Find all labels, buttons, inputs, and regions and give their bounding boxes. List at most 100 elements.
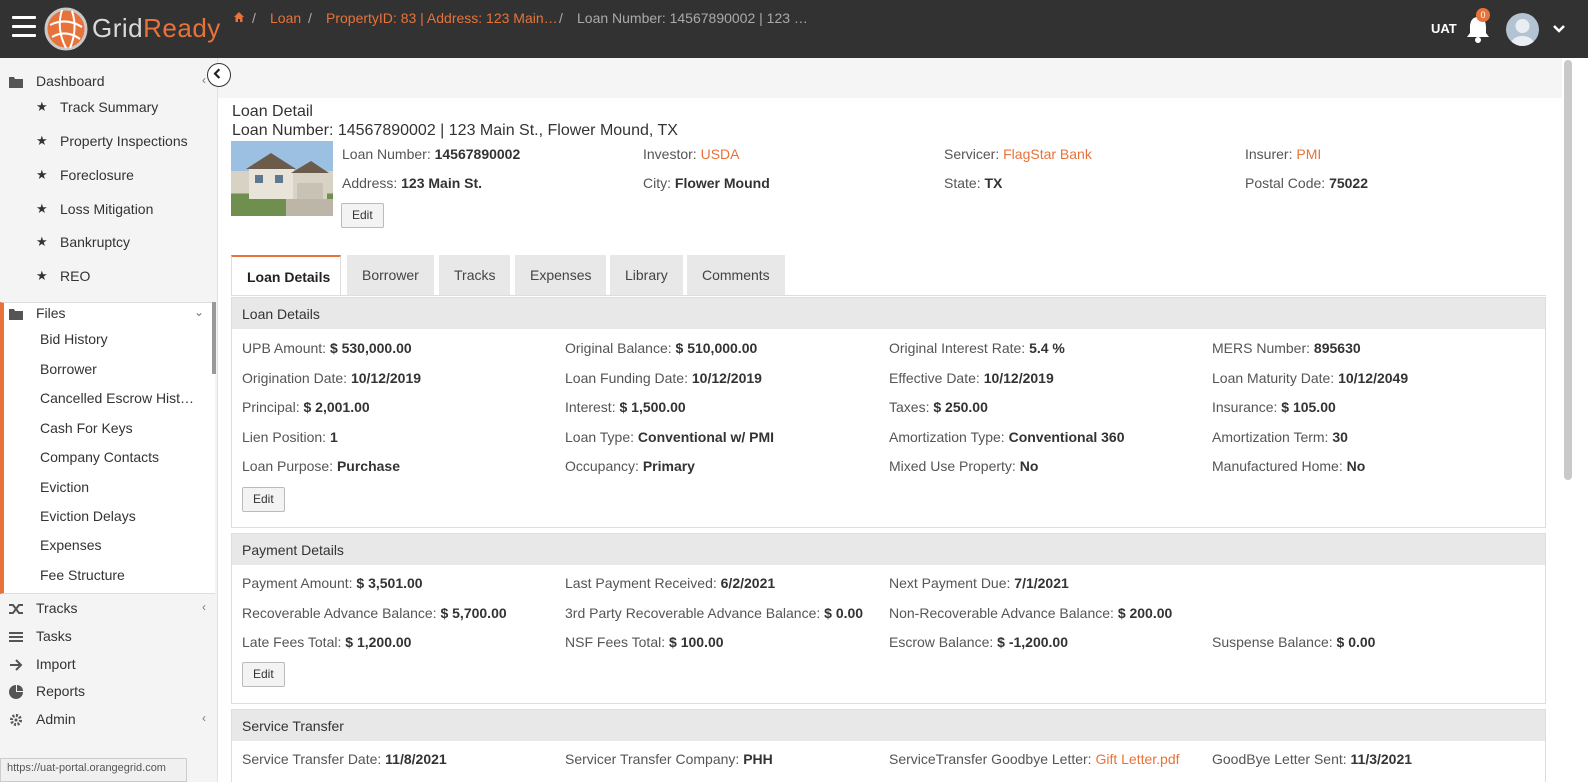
detail-field-label: Taxes: (889, 399, 930, 416)
detail-field-value: $ 1,200.00 (345, 634, 412, 651)
detail-field-label: MERS Number: (1212, 340, 1311, 356)
arrow-right-icon (10, 659, 23, 671)
chevron-down-icon: ⌄ (194, 305, 205, 319)
breadcrumb (218, 58, 1562, 98)
detail-field-label: 3rd Party Recoverable Advance Balance: (565, 604, 821, 621)
breadcrumb-separator: / (308, 10, 312, 26)
field-state: State: TX (944, 175, 1003, 191)
goodbye-letter-link[interactable]: Gift Letter.pdf (1095, 751, 1179, 767)
pie-chart-icon (9, 685, 23, 699)
detail-field-label: Loan Maturity Date: (1212, 369, 1335, 386)
star-icon: ★ (36, 201, 48, 216)
collapse-sidebar-button[interactable] (207, 63, 231, 87)
breadcrumb-separator: / (252, 10, 256, 26)
star-icon: ★ (36, 99, 48, 114)
field-goodbye-letter: ServiceTransfer Goodbye Letter: Gift Let… (889, 751, 1180, 767)
detail-field: Payment Amount: $ 3,501.00 (242, 575, 423, 591)
detail-field: Occupancy: Primary (565, 458, 695, 474)
files-item-borrower[interactable]: Borrower (40, 361, 97, 377)
detail-field: Taxes: $ 250.00 (889, 399, 988, 415)
star-icon: ★ (36, 268, 48, 283)
field-postal-code: Postal Code: 75022 (1245, 175, 1368, 191)
tab-divider (231, 295, 1546, 296)
files-item-eviction[interactable]: Eviction (40, 479, 89, 495)
detail-field-label: Loan Purpose: (242, 458, 334, 475)
servicer-link[interactable]: FlagStar Bank (1003, 146, 1092, 162)
page-scrollbar-thumb[interactable] (1564, 60, 1572, 480)
files-item-expenses[interactable]: Expenses (40, 537, 101, 553)
breadcrumb-loan[interactable]: Loan (270, 10, 301, 26)
environment-label: UAT (1431, 21, 1457, 36)
edit-payment-details-button[interactable]: Edit (242, 662, 285, 687)
edit-summary-button[interactable]: Edit (341, 203, 384, 228)
detail-field: Lien Position: 1 (242, 429, 338, 445)
tab-comments[interactable]: Comments (687, 255, 785, 296)
detail-field: Loan Type: Conventional w/ PMI (565, 429, 774, 445)
detail-field-value: 895630 (1313, 340, 1361, 356)
field-investor: Investor: USDA (643, 146, 740, 162)
folder-icon (9, 309, 23, 320)
breadcrumb-current: Loan Number: 14567890002 | 123 … (577, 10, 808, 26)
detail-field: UPB Amount: $ 530,000.00 (242, 340, 412, 356)
home-icon[interactable] (233, 10, 245, 26)
detail-field: Recoverable Advance Balance: $ 5,700.00 (242, 605, 507, 621)
list-icon (9, 632, 23, 642)
detail-field-label: NSF Fees Total: (565, 634, 666, 651)
notification-badge: 0 (1476, 8, 1490, 22)
detail-field: Loan Funding Date: 10/12/2019 (565, 370, 762, 386)
detail-field: Interest: $ 1,500.00 (565, 399, 686, 415)
detail-field-value: 6/2/2021 (720, 575, 776, 591)
detail-field-value: $ 0.00 (1336, 634, 1376, 651)
files-item-bid-history[interactable]: Bid History (40, 331, 108, 347)
detail-field: Effective Date: 10/12/2019 (889, 370, 1054, 386)
breadcrumb-separator: / (559, 10, 563, 26)
service-transfer-heading: Service Transfer (232, 710, 1545, 741)
detail-field-value: 10/12/2019 (691, 369, 762, 386)
chevron-left-icon (213, 68, 221, 79)
detail-field-value: Primary (642, 458, 695, 475)
detail-field-label: Suspense Balance: (1212, 634, 1333, 651)
detail-field: Non-Recoverable Advance Balance: $ 200.0… (889, 605, 1172, 621)
edit-loan-details-button[interactable]: Edit (242, 487, 285, 512)
detail-field-label: Interest: (565, 399, 616, 416)
breadcrumb-property[interactable]: PropertyID: 83 | Address: 123 Main… (326, 10, 558, 26)
files-item-cancelled-escrow-history[interactable]: Cancelled Escrow Hist… (40, 390, 194, 406)
files-item-cash-for-keys[interactable]: Cash For Keys (40, 420, 133, 436)
detail-field-label: Non-Recoverable Advance Balance: (889, 604, 1114, 621)
avatar[interactable] (1506, 13, 1539, 46)
insurer-link[interactable]: PMI (1296, 146, 1321, 162)
tab-borrower[interactable]: Borrower (347, 255, 434, 296)
tab-tracks[interactable]: Tracks (439, 255, 511, 296)
detail-field-label: UPB Amount: (242, 340, 327, 356)
detail-field-value: 10/12/2049 (1338, 369, 1409, 386)
detail-field-value: $ 2,001.00 (303, 399, 370, 416)
detail-field-value: $ 100.00 (669, 634, 724, 651)
detail-field: Mixed Use Property: No (889, 458, 1038, 474)
detail-field-value: $ 5,700.00 (440, 604, 507, 621)
detail-field: Loan Maturity Date: 10/12/2049 (1212, 370, 1408, 386)
detail-field-value: 7/1/2021 (1014, 575, 1069, 591)
detail-field-value: No (1019, 458, 1039, 475)
investor-link[interactable]: USDA (701, 146, 740, 162)
files-item-eviction-delays[interactable]: Eviction Delays (40, 508, 136, 524)
sidebar-scrollbar[interactable] (212, 302, 216, 374)
tab-expenses[interactable]: Expenses (515, 255, 607, 296)
detail-field-label: Original Balance: (565, 340, 672, 356)
detail-field-value: Purchase (336, 458, 401, 475)
detail-field-label: Principal: (242, 399, 300, 416)
files-item-fee-structure[interactable]: Fee Structure (40, 567, 125, 583)
detail-field-label: Lien Position: (242, 428, 327, 445)
files-item-company-contacts[interactable]: Company Contacts (40, 449, 159, 465)
tab-library[interactable]: Library (610, 255, 683, 296)
tab-loan-details[interactable]: Loan Details (231, 255, 341, 296)
service-transfer-panel: Service Transfer (231, 709, 1546, 782)
detail-field-value: 10/12/2019 (350, 369, 422, 386)
detail-field-label: Original Interest Rate: (889, 340, 1026, 356)
hamburger-menu-icon[interactable] (12, 16, 36, 38)
detail-field-value: 5.4 % (1029, 340, 1065, 356)
logo-text: GridReady (92, 13, 221, 43)
chevron-down-icon[interactable] (1552, 22, 1566, 36)
field-servicer: Servicer: FlagStar Bank (944, 146, 1092, 162)
detail-field-label: Mixed Use Property: (889, 458, 1016, 475)
detail-field: Origination Date: 10/12/2019 (242, 370, 421, 386)
